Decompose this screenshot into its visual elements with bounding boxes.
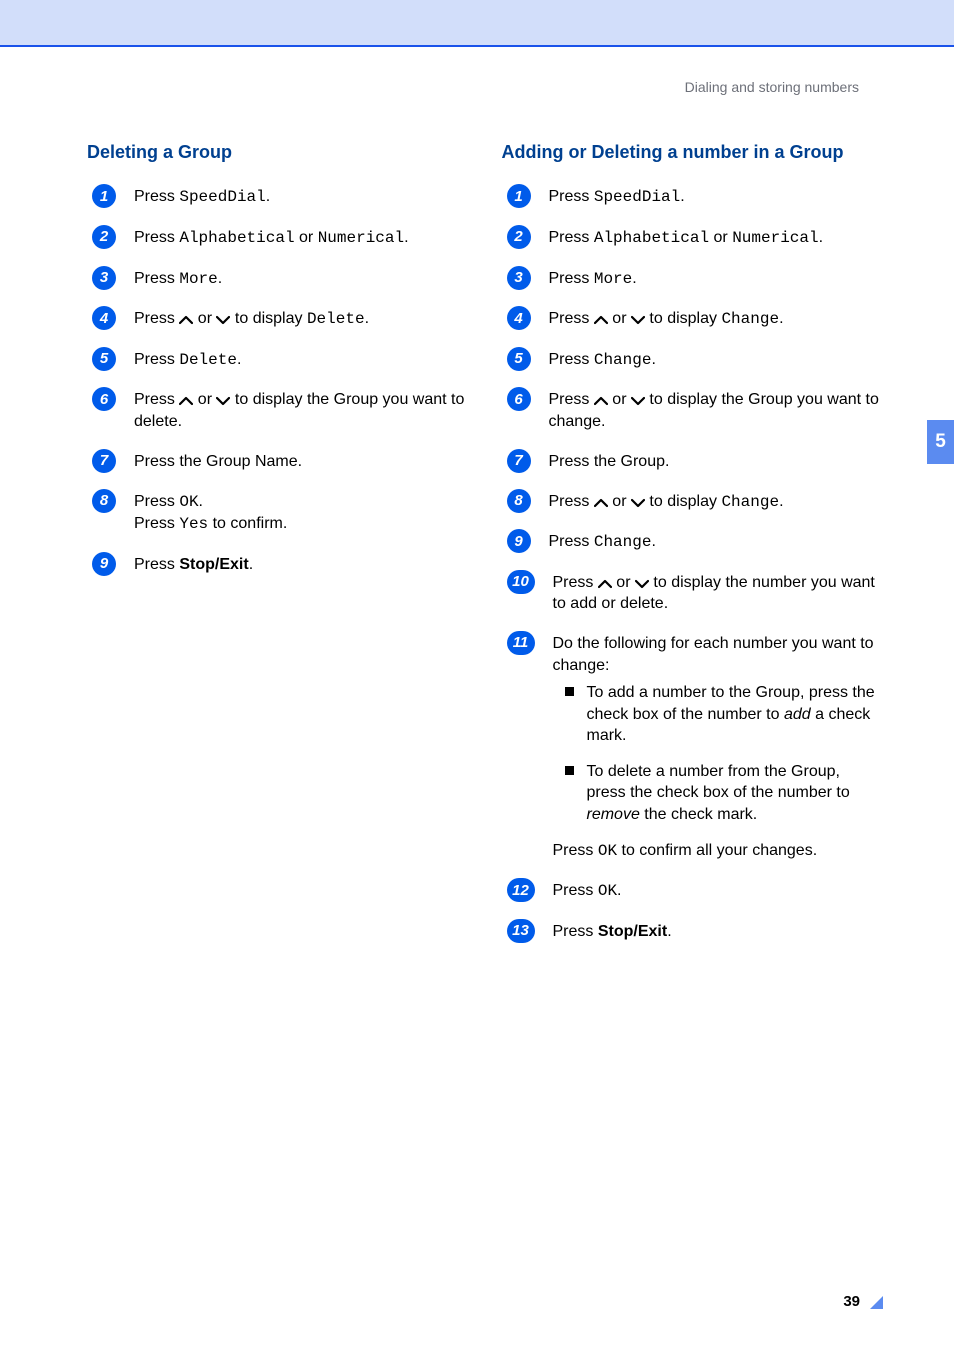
up-arrow-icon <box>594 493 608 510</box>
step-number-badge: 6 <box>507 387 531 411</box>
step-number-badge: 4 <box>92 306 116 330</box>
content: Deleting a Group 1 Press SpeedDial. 2 Press… <box>0 95 954 961</box>
step-body: Press the Group Name. <box>134 451 466 473</box>
step: 1 Press SpeedDial. <box>92 186 466 209</box>
step-number-badge: 8 <box>507 489 531 513</box>
bullet-item: To delete a number from the Group, press… <box>565 761 881 826</box>
bullet-item: To add a number to the Group, press the … <box>565 682 881 747</box>
left-steps: 1 Press SpeedDial. 2 Press Alphabetical or … <box>87 186 466 575</box>
step: 3 Press More. <box>507 268 881 291</box>
step-number-badge: 1 <box>507 184 531 208</box>
step-number-badge: 5 <box>507 347 531 371</box>
top-band <box>0 0 954 45</box>
page-number: 39 <box>843 1293 860 1310</box>
step-body: Press or to display Change. <box>549 308 881 331</box>
step-body: Press or to display the number you want … <box>553 572 881 615</box>
step-number-badge: 4 <box>507 306 531 330</box>
step-body: Press or to display Delete. <box>134 308 466 331</box>
step: 2 Press Alphabetical or Numerical. <box>507 227 881 250</box>
step-body: Press More. <box>549 268 881 291</box>
chapter-tab: 5 <box>927 420 954 464</box>
step-number-badge: 10 <box>507 570 535 594</box>
down-arrow-icon <box>631 310 645 327</box>
top-rule <box>0 45 954 47</box>
step-body: Press Stop/Exit. <box>553 921 881 943</box>
step-number-badge: 12 <box>507 878 535 902</box>
down-arrow-icon <box>635 574 649 591</box>
step-number-badge: 5 <box>92 347 116 371</box>
step: 6 Press or to display the Group you want … <box>92 389 466 432</box>
step-number-badge: 7 <box>507 449 531 473</box>
step-after: Press OK to confirm all your changes. <box>553 840 881 863</box>
step-number-badge: 11 <box>507 631 535 655</box>
step-body: Press Alphabetical or Numerical. <box>134 227 466 250</box>
step-number-badge: 9 <box>92 552 116 576</box>
step: 13 Press Stop/Exit. <box>507 921 881 943</box>
step: 4 Press or to display Delete. <box>92 308 466 331</box>
step-number-badge: 6 <box>92 387 116 411</box>
step-number-badge: 3 <box>507 266 531 290</box>
right-column: Adding or Deleting a number in a Group 1… <box>502 141 881 961</box>
up-arrow-icon <box>179 391 193 408</box>
up-arrow-icon <box>179 310 193 327</box>
down-arrow-icon <box>631 391 645 408</box>
step-body: Press or to display Change. <box>549 491 881 514</box>
step: 10 Press or to display the number you wan… <box>507 572 881 615</box>
step: 11 Do the following for each number you w… <box>507 633 881 862</box>
step-body: Press the Group. <box>549 451 881 473</box>
step: 8 Press OK.Press Yes to confirm. <box>92 491 466 536</box>
step-number-badge: 2 <box>507 225 531 249</box>
step-number-badge: 7 <box>92 449 116 473</box>
step: 6 Press or to display the Group you want … <box>507 389 881 432</box>
step: 5 Press Delete. <box>92 349 466 372</box>
up-arrow-icon <box>594 391 608 408</box>
left-column: Deleting a Group 1 Press SpeedDial. 2 Press… <box>87 141 466 961</box>
step: 5 Press Change. <box>507 349 881 372</box>
step-body: Press More. <box>134 268 466 291</box>
step: 1 Press SpeedDial. <box>507 186 881 209</box>
step-body: Press Delete. <box>134 349 466 372</box>
step-number-badge: 3 <box>92 266 116 290</box>
step-body: Press or to display the Group you want t… <box>549 389 881 432</box>
step: 3 Press More. <box>92 268 466 291</box>
step: 4 Press or to display Change. <box>507 308 881 331</box>
step-body: Press Change. <box>549 531 881 554</box>
step-body: Press SpeedDial. <box>549 186 881 209</box>
up-arrow-icon <box>598 574 612 591</box>
step-body: Press OK.Press Yes to confirm. <box>134 491 466 536</box>
bullet-list: To add a number to the Group, press the … <box>565 682 881 826</box>
footer: 39 <box>843 1293 884 1310</box>
down-arrow-icon <box>216 391 230 408</box>
step-body: Press Alphabetical or Numerical. <box>549 227 881 250</box>
step-number-badge: 2 <box>92 225 116 249</box>
down-arrow-icon <box>631 493 645 510</box>
step: 7 Press the Group Name. <box>92 451 466 473</box>
step: 8 Press or to display Change. <box>507 491 881 514</box>
step-body: Press SpeedDial. <box>134 186 466 209</box>
step: 9 Press Stop/Exit. <box>92 554 466 576</box>
step-body: Press Stop/Exit. <box>134 554 466 576</box>
step-body: Press or to display the Group you want t… <box>134 389 466 432</box>
left-title: Deleting a Group <box>87 141 466 164</box>
step-body: Press Change. <box>549 349 881 372</box>
step-number-badge: 9 <box>507 529 531 553</box>
footer-triangle-icon <box>870 1295 884 1309</box>
down-arrow-icon <box>216 310 230 327</box>
right-title: Adding or Deleting a number in a Group <box>502 141 881 164</box>
right-steps: 1 Press SpeedDial. 2 Press Alphabetical or … <box>502 186 881 942</box>
step: 2 Press Alphabetical or Numerical. <box>92 227 466 250</box>
step-number-badge: 1 <box>92 184 116 208</box>
step-number-badge: 13 <box>507 919 535 943</box>
header-section-label: Dialing and storing numbers <box>0 79 859 95</box>
step: 7 Press the Group. <box>507 451 881 473</box>
step-body: Do the following for each number you wan… <box>553 633 881 862</box>
step: 12 Press OK. <box>507 880 881 903</box>
step-body: Press OK. <box>553 880 881 903</box>
up-arrow-icon <box>594 310 608 327</box>
step: 9 Press Change. <box>507 531 881 554</box>
step-number-badge: 8 <box>92 489 116 513</box>
